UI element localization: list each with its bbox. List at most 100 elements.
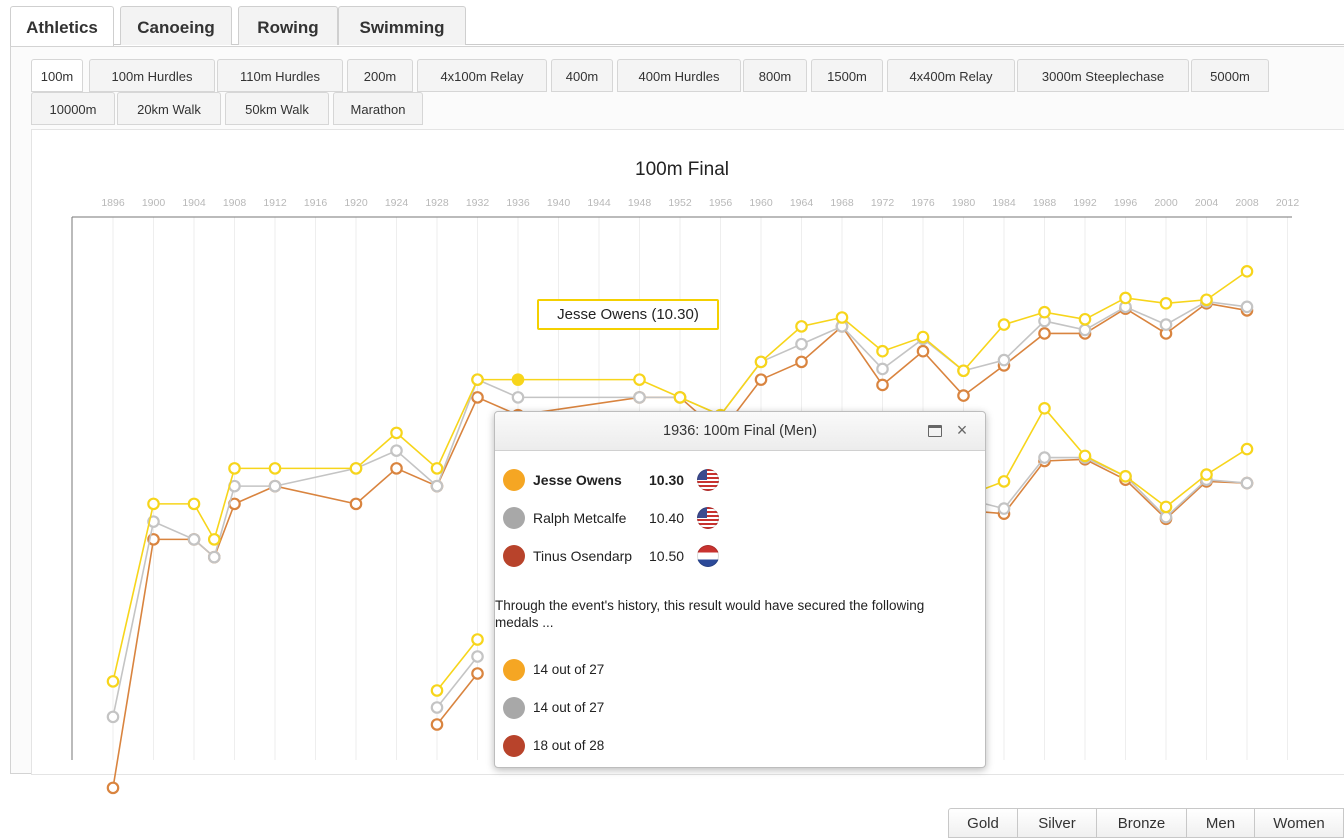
year-tick-label: 1988 xyxy=(1033,197,1057,209)
data-point[interactable] xyxy=(1038,451,1051,464)
data-point[interactable] xyxy=(106,675,120,688)
data-point[interactable] xyxy=(106,781,120,795)
data-point[interactable] xyxy=(1159,296,1173,310)
data-point[interactable] xyxy=(228,462,241,475)
filter-women-button[interactable]: Women xyxy=(1254,808,1344,838)
year-tick-label: 1916 xyxy=(304,197,328,209)
data-point[interactable] xyxy=(106,710,120,724)
data-point[interactable] xyxy=(471,373,484,386)
year-tick-label: 1936 xyxy=(506,197,530,209)
data-point[interactable] xyxy=(795,337,808,351)
data-point[interactable] xyxy=(795,355,808,369)
data-point[interactable] xyxy=(1119,469,1132,483)
data-point[interactable] xyxy=(471,633,484,646)
data-point[interactable] xyxy=(349,497,363,511)
minimize-icon[interactable] xyxy=(928,423,942,437)
year-tick-label: 2000 xyxy=(1154,197,1178,209)
data-point[interactable] xyxy=(997,318,1011,331)
data-point[interactable] xyxy=(1200,293,1213,307)
data-point[interactable] xyxy=(1078,449,1092,463)
data-point[interactable] xyxy=(1159,500,1173,514)
data-point[interactable] xyxy=(876,378,889,392)
data-point[interactable] xyxy=(1240,442,1254,456)
gold-medal-icon xyxy=(503,659,525,681)
year-tick-label: 1980 xyxy=(952,197,976,209)
data-point[interactable] xyxy=(673,391,687,404)
bronze-medal-icon xyxy=(503,545,525,567)
year-tick-label: 1912 xyxy=(263,197,287,209)
data-point[interactable] xyxy=(795,320,808,333)
data-point[interactable] xyxy=(1240,300,1254,314)
data-point[interactable] xyxy=(957,364,970,378)
data-point[interactable] xyxy=(187,533,201,546)
data-point[interactable] xyxy=(997,353,1011,367)
data-point[interactable] xyxy=(835,311,849,324)
data-point[interactable] xyxy=(268,479,282,493)
popup-header: 1936: 100m Final (Men) × xyxy=(495,412,985,451)
data-point[interactable] xyxy=(430,462,444,475)
medalist-name: Jesse Owens xyxy=(533,472,622,488)
tab-athletics[interactable]: Athletics xyxy=(10,6,114,46)
data-point[interactable] xyxy=(207,550,221,564)
data-point[interactable] xyxy=(876,362,889,376)
data-point[interactable] xyxy=(1078,323,1092,337)
data-point[interactable] xyxy=(916,344,930,358)
data-point[interactable] xyxy=(1038,401,1051,415)
data-point[interactable] xyxy=(1240,265,1254,278)
data-point[interactable] xyxy=(187,497,201,511)
filter-bronze-button[interactable]: Bronze xyxy=(1096,808,1187,838)
data-point[interactable] xyxy=(1200,468,1213,481)
data-point[interactable] xyxy=(430,701,444,714)
history-text: Through the event's history, this result… xyxy=(495,598,925,630)
data-point[interactable] xyxy=(754,373,768,386)
data-point[interactable] xyxy=(633,391,646,404)
filter-button-group: Gold Silver Bronze Men Women xyxy=(948,808,1344,838)
year-tick-label: 1952 xyxy=(668,197,692,209)
data-point[interactable] xyxy=(471,650,484,663)
data-point[interactable] xyxy=(916,330,930,344)
chart-title: 100m Final xyxy=(635,159,729,180)
data-point[interactable] xyxy=(754,355,768,369)
medalist-time: 10.50 xyxy=(649,548,685,564)
data-point[interactable] xyxy=(430,479,444,493)
year-tick-label: 1948 xyxy=(628,197,652,209)
data-point[interactable] xyxy=(997,502,1011,515)
data-point[interactable] xyxy=(511,391,525,404)
data-point[interactable] xyxy=(1038,305,1051,319)
year-tick-label: 1896 xyxy=(101,197,125,209)
data-point[interactable] xyxy=(430,684,444,697)
highlighted-data-point[interactable] xyxy=(511,373,525,386)
data-point[interactable] xyxy=(1159,510,1173,524)
filter-gold-button[interactable]: Gold xyxy=(948,808,1018,838)
data-point[interactable] xyxy=(147,497,160,511)
data-point[interactable] xyxy=(390,444,403,457)
data-point[interactable] xyxy=(876,344,889,358)
year-tick-label: 1972 xyxy=(871,197,895,209)
data-point[interactable] xyxy=(207,533,221,546)
year-tick-label: 1960 xyxy=(749,197,773,209)
data-point[interactable] xyxy=(471,391,484,404)
data-point[interactable] xyxy=(997,475,1011,488)
data-point[interactable] xyxy=(349,462,363,475)
year-tick-label: 1904 xyxy=(182,197,206,209)
data-point[interactable] xyxy=(1119,291,1132,305)
year-tick-label: 1940 xyxy=(547,197,571,209)
data-point[interactable] xyxy=(471,667,484,680)
data-point[interactable] xyxy=(268,462,282,475)
data-point[interactable] xyxy=(430,718,444,731)
filter-men-button[interactable]: Men xyxy=(1186,808,1255,838)
data-point[interactable] xyxy=(1038,327,1051,340)
data-point[interactable] xyxy=(1078,312,1092,326)
data-point[interactable] xyxy=(390,462,403,475)
year-tick-label: 1984 xyxy=(992,197,1016,209)
close-icon[interactable]: × xyxy=(955,421,969,439)
year-tick-label: 1956 xyxy=(709,197,733,209)
year-tick-label: 2012 xyxy=(1276,197,1300,209)
year-tick-label: 1928 xyxy=(425,197,449,209)
data-point[interactable] xyxy=(390,426,403,440)
data-point[interactable] xyxy=(1240,476,1254,490)
data-point[interactable] xyxy=(957,389,970,402)
data-point[interactable] xyxy=(1159,318,1173,331)
data-point[interactable] xyxy=(633,373,646,386)
filter-silver-button[interactable]: Silver xyxy=(1017,808,1097,838)
